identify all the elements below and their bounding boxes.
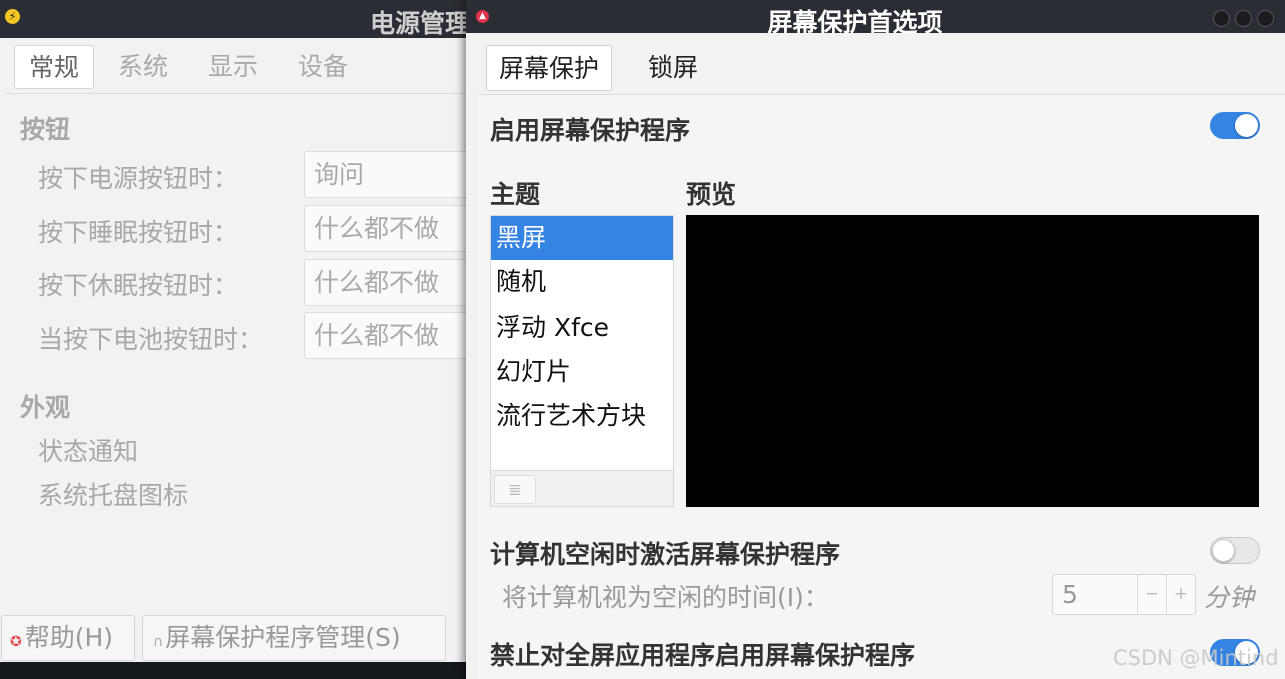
toggle-knob [1235,114,1258,137]
system-tray-icon-label: 系统托盘图标 [38,481,189,510]
screensaver-manager-label: 屏幕保护程序管理(S) [165,623,401,652]
tab-devices[interactable]: 设备 [284,45,362,89]
power-button-label: 按下电源按钮时： [38,164,239,193]
enable-screensaver-toggle[interactable] [1210,112,1260,139]
idle-time-value[interactable]: 5 [1062,575,1078,614]
power-manager-tabs: 常规 系统 显示 设备 [6,38,470,94]
enable-screensaver-label: 启用屏幕保护程序 [490,116,691,145]
power-button-combo[interactable]: 询问 [304,151,474,198]
idle-time-spinner[interactable]: 5 − + [1052,574,1196,615]
help-button-label: 帮助(H) [24,623,114,652]
theme-item-pop-art-squares[interactable]: 流行艺术方块 [491,394,673,438]
idle-time-label: 将计算机视为空闲的时间(I)： [502,583,829,612]
section-appearance-heading: 外观 [20,393,71,422]
hibernate-button-label: 按下休眠按钮时： [38,271,239,300]
help-button[interactable]: ✪ 帮助(H) [1,615,135,661]
idle-activate-toggle[interactable] [1210,537,1260,564]
sleep-button-combo[interactable]: 什么都不做 [304,205,474,252]
idle-activate-label: 计算机空闲时激活屏幕保护程序 [490,540,841,569]
hibernate-button-combo[interactable]: 什么都不做 [304,259,474,306]
close-button[interactable] [1257,10,1274,27]
fullscreen-inhibit-label: 禁止对全屏应用程序启用屏幕保护程序 [490,641,916,670]
tab-screensaver[interactable]: 屏幕保护 [486,45,613,91]
help-icon: ✪ [10,634,22,650]
list-icon: ≣ [508,480,522,499]
screensaver-manager-button[interactable]: ∩屏幕保护程序管理(S) [142,615,446,661]
idle-time-unit: 分钟 [1204,583,1255,612]
screensaver-body: 屏幕保护 锁屏 启用屏幕保护程序 主题 预览 黑屏 随机 浮动 Xfce 幻灯片… [478,33,1285,679]
section-buttons-heading: 按钮 [20,115,71,144]
increment-button[interactable]: + [1166,575,1195,614]
tab-general[interactable]: 常规 [14,45,95,89]
tab-lock-screen[interactable]: 锁屏 [636,45,710,91]
battery-button-label: 当按下电池按钮时： [38,325,264,354]
theme-settings-button[interactable]: ≣ [494,475,536,504]
theme-list-footer: ≣ [491,470,673,506]
theme-item-blank[interactable]: 黑屏 [491,216,673,260]
tab-system[interactable]: 系统 [104,45,182,89]
power-manager-title: 电源管理 [370,9,471,38]
theme-preview-area [686,215,1259,507]
power-manager-window: ⚡ 电源管理 常规 系统 显示 设备 按钮 按下电源按钮时： 询问 按下睡眠按钮… [0,0,474,679]
screensaver-preferences-window: ▲ 屏幕保护首选项 屏幕保护 锁屏 启用屏幕保护程序 主题 预览 黑屏 随机 浮… [466,0,1285,679]
theme-item-random[interactable]: 随机 [491,260,673,304]
preview-heading: 预览 [686,180,737,209]
sleep-button-label: 按下睡眠按钮时： [38,218,239,247]
status-notifications-label: 状态通知 [38,437,139,466]
power-icon: ⚡ [5,9,20,24]
minimize-button[interactable] [1213,10,1230,27]
theme-list: 黑屏 随机 浮动 Xfce 幻灯片 流行艺术方块 ≣ [490,215,674,507]
decrement-button[interactable]: − [1137,575,1166,614]
watermark: CSDN @Mintind [1113,646,1279,670]
tab-display[interactable]: 显示 [194,45,272,89]
theme-item-slideshow[interactable]: 幻灯片 [491,350,673,394]
theme-item-floating-xfce[interactable]: 浮动 Xfce [491,306,673,350]
theme-heading: 主题 [490,180,541,209]
maximize-button[interactable] [1235,10,1252,27]
screensaver-titlebar[interactable]: ▲ 屏幕保护首选项 [466,0,1285,37]
toggle-knob [1212,539,1235,562]
power-manager-body: 常规 系统 显示 设备 按钮 按下电源按钮时： 询问 按下睡眠按钮时： 什么都不… [0,38,474,662]
taskbar-strip [0,662,470,679]
screensaver-icon: ∩ [153,634,164,650]
screensaver-tabs: 屏幕保护 锁屏 [478,33,1285,95]
battery-button-combo[interactable]: 什么都不做 [304,312,474,359]
power-manager-titlebar[interactable]: ⚡ 电源管理 [0,0,470,38]
